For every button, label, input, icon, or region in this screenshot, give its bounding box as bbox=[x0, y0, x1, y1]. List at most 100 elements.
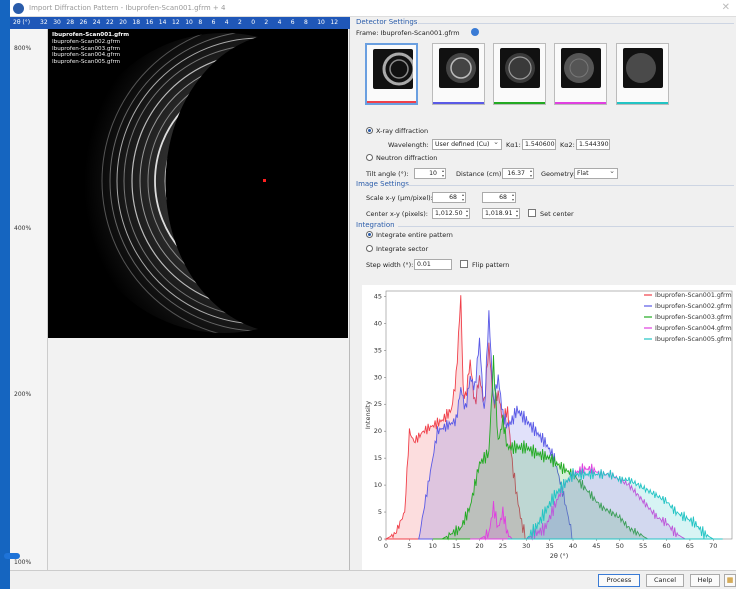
diffraction-rings bbox=[73, 33, 266, 334]
center-marker bbox=[263, 179, 266, 182]
y-tick-label: 30 bbox=[374, 373, 382, 381]
file-list: Ibuprofen-Scan001.gfrm Ibuprofen-Scan002… bbox=[52, 32, 129, 66]
geometry-label: Geometry: bbox=[541, 170, 576, 178]
import-dialog: Import Diffraction Pattern - Ibuprofen-S… bbox=[0, 0, 736, 589]
x-tick-label: 50 bbox=[616, 542, 624, 550]
ruler-tick: 10 bbox=[185, 19, 193, 26]
ruler-tick: 32 bbox=[40, 19, 48, 26]
neutron-radio[interactable] bbox=[366, 154, 373, 161]
y-tick-label: 0 bbox=[378, 535, 382, 543]
process-button[interactable]: Process bbox=[598, 574, 640, 587]
zoom-slider-handle[interactable] bbox=[4, 553, 20, 559]
help-button[interactable]: Help bbox=[690, 574, 720, 587]
x-tick-label: 35 bbox=[546, 542, 554, 550]
ruler-tick: 28 bbox=[66, 19, 75, 26]
distance-spinner[interactable]: 16.37 bbox=[502, 168, 534, 179]
x-tick-label: 25 bbox=[499, 542, 507, 550]
legend-entry: Ibuprofen-Scan005.gfrm bbox=[655, 336, 732, 343]
step-width-input[interactable]: 0.01 bbox=[414, 259, 452, 270]
ruler-tick: 18 bbox=[132, 19, 141, 26]
flip-pattern-checkbox[interactable] bbox=[460, 260, 468, 268]
frame-thumbnail-1[interactable] bbox=[365, 43, 418, 105]
title-bar: Import Diffraction Pattern - Ibuprofen-S… bbox=[10, 0, 736, 17]
info-icon[interactable] bbox=[471, 28, 479, 36]
wavelength-label: Wavelength: bbox=[388, 141, 429, 149]
ruler-tick: 24 bbox=[92, 19, 101, 26]
x-tick-label: 0 bbox=[384, 542, 388, 550]
x-tick-label: 55 bbox=[639, 542, 647, 550]
tilt-spinner[interactable]: 10 bbox=[414, 168, 446, 179]
file-item[interactable]: Ibuprofen-Scan004.gfrm bbox=[52, 52, 129, 59]
frame-thumbnail-3[interactable] bbox=[493, 43, 546, 105]
ruler-tick: 2 bbox=[238, 19, 242, 26]
chart-plot: 0 5 10 15 20 25 30 35 40 45 50 55 60 65 70 0 5 10 15 20 25 30… bbox=[364, 290, 733, 560]
ruler-tick: 4 bbox=[224, 19, 229, 26]
legend-entry: Ibuprofen-Scan001.gfrm bbox=[655, 292, 732, 299]
frame-thumbnail-4[interactable] bbox=[554, 43, 607, 105]
legend-entry: Ibuprofen-Scan004.gfrm bbox=[655, 325, 732, 332]
ruler-tick: 2 bbox=[264, 19, 269, 26]
file-item[interactable]: Ibuprofen-Scan002.gfrm bbox=[52, 39, 129, 46]
center-x-spinner[interactable]: 1,012.50 bbox=[432, 208, 470, 219]
x-tick-label: 20 bbox=[475, 542, 483, 550]
tilt-label: Tilt angle (°): bbox=[366, 170, 409, 178]
ruler-tick: 14 bbox=[158, 19, 167, 26]
ka2-input[interactable]: 1.544390 bbox=[576, 139, 610, 150]
section-divider bbox=[406, 185, 734, 186]
x-tick-label: 60 bbox=[662, 542, 670, 550]
geometry-select[interactable]: Flat bbox=[574, 167, 618, 179]
two-theta-ruler: 2θ (°) 32 30 28 26 24 22 20 18 16 14 12 10 8 6 4 2 0 2 4 6 8 1… bbox=[10, 17, 350, 29]
close-icon[interactable]: ✕ bbox=[722, 2, 730, 13]
neutron-label: Neutron diffraction bbox=[376, 154, 438, 162]
section-divider bbox=[418, 23, 734, 24]
ka2-label: Kα2: bbox=[560, 141, 575, 149]
y-tick-label: 20 bbox=[374, 427, 382, 435]
scale-x-spinner[interactable]: 68 bbox=[432, 192, 466, 203]
wavelength-select[interactable]: User defined (Cu) bbox=[432, 138, 502, 150]
zoom-level-100: 100% bbox=[14, 559, 32, 566]
app-icon bbox=[13, 3, 24, 14]
file-item[interactable]: Ibuprofen-Scan003.gfrm bbox=[52, 46, 129, 53]
integrate-entire-radio[interactable] bbox=[366, 231, 373, 238]
diffraction-image[interactable]: Ibuprofen-Scan001.gfrm Ibuprofen-Scan002… bbox=[48, 29, 348, 338]
distance-label: Distance (cm): bbox=[456, 170, 504, 178]
step-width-label: Step width (°): bbox=[366, 261, 414, 269]
y-tick-label: 40 bbox=[374, 319, 382, 327]
file-item[interactable]: Ibuprofen-Scan001.gfrm bbox=[52, 32, 129, 39]
xray-radio[interactable] bbox=[366, 127, 373, 134]
frame-label: Frame: Ibuprofen-Scan001.gfrm bbox=[356, 29, 460, 37]
x-tick-label: 70 bbox=[709, 542, 717, 550]
ruler-tick: 8 bbox=[304, 19, 308, 26]
frame-thumbnail-5[interactable] bbox=[616, 43, 669, 105]
intensity-chart[interactable]: 0 5 10 15 20 25 30 35 40 45 50 55 60 65 70 0 5 10 15 20 25 30… bbox=[362, 285, 736, 570]
y-axis-label: Intensity bbox=[364, 401, 372, 429]
set-center-checkbox[interactable] bbox=[528, 209, 536, 217]
center-y-spinner[interactable]: 1,018.91 bbox=[482, 208, 520, 219]
file-item[interactable]: Ibuprofen-Scan005.gfrm bbox=[52, 59, 129, 66]
ruler-tick: 26 bbox=[79, 19, 88, 26]
set-center-label: Set center bbox=[540, 210, 574, 218]
layout-icon[interactable]: ▦ bbox=[724, 574, 736, 587]
x-tick-label: 30 bbox=[522, 542, 530, 550]
scale-label: Scale x-y (µm/pixel): bbox=[366, 194, 433, 202]
ruler-unit-label: 2θ (°) bbox=[13, 19, 31, 26]
ruler-tick: 0 bbox=[251, 19, 256, 26]
ka1-input[interactable]: 1.540600 bbox=[522, 139, 556, 150]
zoom-level-400: 400% bbox=[14, 225, 32, 232]
integrate-sector-radio[interactable] bbox=[366, 245, 373, 252]
x-tick-label: 45 bbox=[592, 542, 600, 550]
ruler-tick: 12 bbox=[172, 19, 180, 26]
y-tick-label: 10 bbox=[374, 481, 382, 489]
settings-panel: Detector Settings Frame: Ibuprofen-Scan0… bbox=[352, 17, 736, 570]
zoom-ruler: 800% 400% 200% 100% bbox=[4, 29, 48, 570]
xray-label: X-ray diffraction bbox=[376, 127, 429, 135]
ruler-tick: 4 bbox=[277, 19, 282, 26]
ruler-tick: 22 bbox=[106, 19, 114, 26]
y-tick-label: 45 bbox=[374, 292, 382, 300]
cancel-button[interactable]: Cancel bbox=[646, 574, 684, 587]
frame-thumbnail-2[interactable] bbox=[432, 43, 485, 105]
zoom-level-200: 200% bbox=[14, 391, 32, 398]
ruler-tick: 16 bbox=[145, 19, 154, 26]
image-panel: 2θ (°) 32 30 28 26 24 22 20 18 16 14 12 10 8 6 4 2 0 2 4 6 8 1… bbox=[4, 17, 350, 570]
scale-y-spinner[interactable]: 68 bbox=[482, 192, 516, 203]
